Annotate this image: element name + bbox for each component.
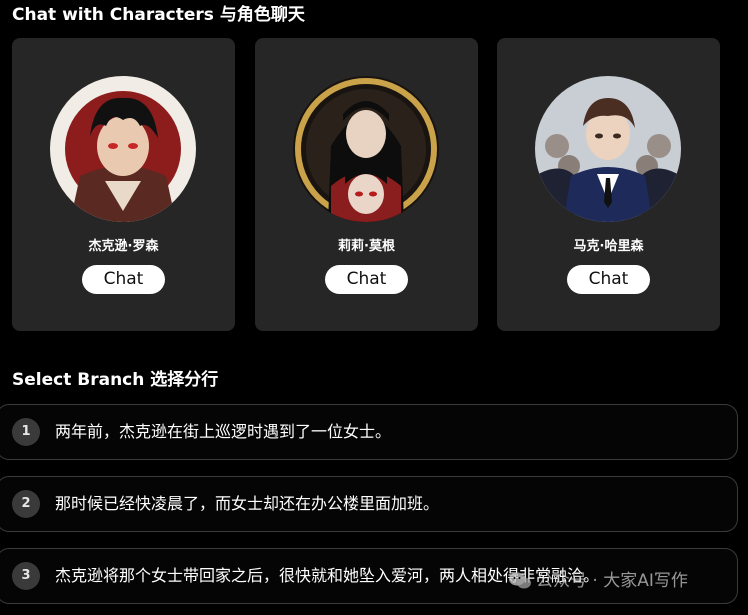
character-portrait-suit-group	[535, 76, 681, 222]
branch-text: 两年前，杰克逊在街上巡逻时遇到了一位女士。	[55, 422, 392, 441]
branch-option-1[interactable]: 1 两年前，杰克逊在街上巡逻时遇到了一位女士。	[0, 404, 738, 460]
chat-button[interactable]: Chat	[325, 265, 408, 294]
character-card-lily: 莉莉·莫根 Chat	[255, 38, 478, 331]
wechat-icon	[509, 572, 531, 589]
branch-text: 那时候已经快凌晨了，而女士却还在办公楼里面加班。	[55, 494, 440, 513]
branch-section-title: Select Branch 选择分行	[12, 370, 219, 390]
character-name: 杰克逊·罗森	[88, 239, 159, 254]
watermark: 公众号 · 大家AI写作	[508, 566, 688, 596]
character-card-mark: 马克·哈里森 Chat	[497, 38, 720, 331]
branch-number-badge: 2	[12, 490, 40, 518]
character-card-jackson: 杰克逊·罗森 Chat	[12, 38, 235, 331]
character-avatar[interactable]	[535, 76, 681, 222]
character-name: 马克·哈里森	[573, 239, 644, 254]
chat-button[interactable]: Chat	[567, 265, 650, 294]
character-portrait-red-background	[50, 76, 196, 222]
branch-option-2[interactable]: 2 那时候已经快凌晨了，而女士却还在办公楼里面加班。	[0, 476, 738, 532]
branch-number-badge: 3	[12, 562, 40, 590]
character-name: 莉莉·莫根	[338, 239, 395, 254]
chat-button[interactable]: Chat	[82, 265, 165, 294]
branch-number-badge: 1	[12, 418, 40, 446]
characters-section-title: Chat with Characters 与角色聊天	[12, 5, 305, 25]
page: Chat with Characters 与角色聊天 杰克逊·罗森 Chat 莉…	[0, 0, 748, 615]
character-avatar[interactable]	[293, 76, 439, 222]
character-avatar[interactable]	[50, 76, 196, 222]
watermark-text: 公众号 · 大家AI写作	[536, 571, 688, 591]
character-portrait-gold-ring	[293, 76, 439, 222]
